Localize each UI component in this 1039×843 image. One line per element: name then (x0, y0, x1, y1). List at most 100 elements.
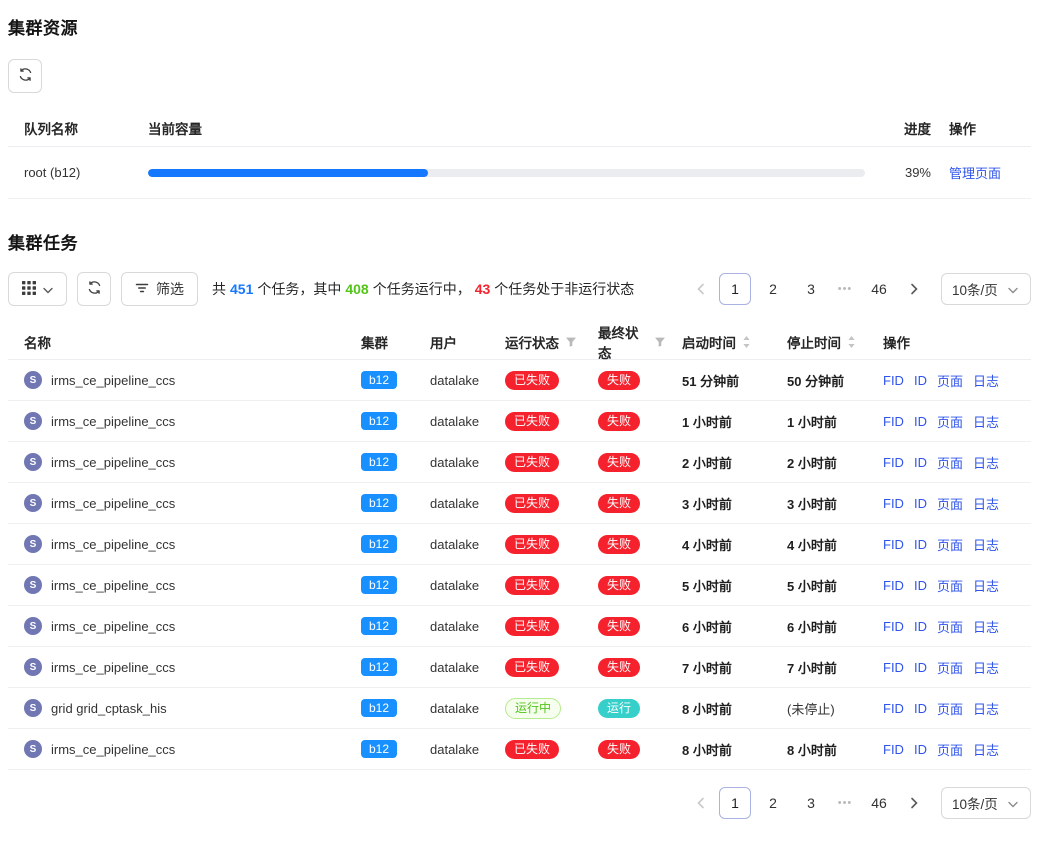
pagination-page-3[interactable]: 3 (795, 787, 827, 819)
cluster-badge: b12 (361, 412, 397, 430)
final-status-badge: 失败 (598, 453, 640, 472)
op-link-id[interactable]: ID (914, 701, 927, 716)
op-link-log[interactable]: 日志 (973, 740, 999, 759)
pagination-bottom: 1 2 3 ••• 46 10条/页 (687, 787, 1031, 819)
pagination-page-1[interactable]: 1 (719, 787, 751, 819)
page-size-select[interactable]: 10条/页 (941, 273, 1031, 305)
run-status-badge: 已失败 (505, 740, 559, 759)
op-link-log[interactable]: 日志 (973, 617, 999, 636)
op-link-fid[interactable]: FID (883, 537, 904, 552)
cluster-badge: b12 (361, 699, 397, 717)
resources-table-header: 队列名称 当前容量 进度 操作 (8, 109, 1031, 147)
final-status-badge: 失败 (598, 535, 640, 554)
tasks-table-body: S irms_ce_pipeline_ccs b12 datalake 已失败 … (8, 360, 1031, 770)
op-link-id[interactable]: ID (914, 496, 927, 511)
task-name-cell: S irms_ce_pipeline_ccs (8, 576, 345, 594)
op-link-log[interactable]: 日志 (973, 658, 999, 677)
op-link-page[interactable]: 页面 (937, 453, 963, 472)
filter-button[interactable]: 筛选 (121, 272, 198, 306)
op-link-log[interactable]: 日志 (973, 699, 999, 718)
op-link-id[interactable]: ID (914, 537, 927, 552)
task-name: irms_ce_pipeline_ccs (51, 660, 175, 675)
pagination-next[interactable] (901, 273, 927, 305)
op-link-page[interactable]: 页面 (937, 494, 963, 513)
stop-time: 50 分钟前 (771, 371, 867, 390)
spark-avatar-icon: S (24, 658, 42, 676)
op-link-fid[interactable]: FID (883, 373, 904, 388)
start-time: 7 小时前 (666, 658, 771, 677)
pagination-page-3[interactable]: 3 (795, 273, 827, 305)
page-size-select[interactable]: 10条/页 (941, 787, 1031, 819)
start-time-sorter-icon[interactable] (742, 335, 751, 349)
progress-percent: 39% (881, 165, 941, 180)
op-link-id[interactable]: ID (914, 619, 927, 634)
filter-lines-icon (135, 281, 149, 298)
op-link-fid[interactable]: FID (883, 496, 904, 511)
col-final-status: 最终状态 (582, 322, 666, 362)
task-user: datalake (414, 742, 489, 757)
stop-time: (未停止) (771, 699, 867, 718)
op-link-page[interactable]: 页面 (937, 371, 963, 390)
task-name: irms_ce_pipeline_ccs (51, 742, 175, 757)
op-link-fid[interactable]: FID (883, 660, 904, 675)
op-link-fid[interactable]: FID (883, 414, 904, 429)
pagination-prev[interactable] (687, 787, 713, 819)
op-link-log[interactable]: 日志 (973, 576, 999, 595)
pagination-ellipsis[interactable]: ••• (833, 797, 857, 809)
pagination-prev[interactable] (687, 273, 713, 305)
task-actions: FID ID 页面日志 (867, 412, 1031, 431)
stop-time: 1 小时前 (771, 412, 867, 431)
op-link-fid[interactable]: FID (883, 619, 904, 634)
op-link-log[interactable]: 日志 (973, 453, 999, 472)
op-link-page[interactable]: 页面 (937, 535, 963, 554)
column-settings-button[interactable] (8, 272, 67, 306)
task-name-cell: S irms_ce_pipeline_ccs (8, 617, 345, 635)
manage-page-link[interactable]: 管理页面 (949, 166, 1001, 181)
pagination-next[interactable] (901, 787, 927, 819)
pagination-ellipsis[interactable]: ••• (833, 283, 857, 295)
op-link-id[interactable]: ID (914, 455, 927, 470)
task-actions: FID ID 页面日志 (867, 535, 1031, 554)
pagination-page-last[interactable]: 46 (863, 787, 895, 819)
op-link-id[interactable]: ID (914, 742, 927, 757)
stop-time: 7 小时前 (771, 658, 867, 677)
col-actions: 操作 (867, 332, 1031, 352)
op-link-fid[interactable]: FID (883, 701, 904, 716)
bottom-pagination-wrap: 1 2 3 ••• 46 10条/页 (8, 787, 1031, 819)
pagination-page-2[interactable]: 2 (757, 787, 789, 819)
col-name: 名称 (8, 332, 345, 352)
op-link-id[interactable]: ID (914, 578, 927, 593)
run-status-badge: 已失败 (505, 494, 559, 513)
resources-refresh-button[interactable] (8, 59, 42, 93)
pagination-page-2[interactable]: 2 (757, 273, 789, 305)
task-name: irms_ce_pipeline_ccs (51, 455, 175, 470)
op-link-log[interactable]: 日志 (973, 535, 999, 554)
op-link-page[interactable]: 页面 (937, 658, 963, 677)
op-link-fid[interactable]: FID (883, 578, 904, 593)
resource-row: root (b12) 39% 管理页面 (8, 147, 1031, 199)
op-link-log[interactable]: 日志 (973, 494, 999, 513)
spark-avatar-icon: S (24, 617, 42, 635)
op-link-page[interactable]: 页面 (937, 617, 963, 636)
op-link-page[interactable]: 页面 (937, 740, 963, 759)
task-user: datalake (414, 455, 489, 470)
pagination-page-last[interactable]: 46 (863, 273, 895, 305)
run-status-filter-icon[interactable] (565, 336, 577, 348)
final-status-filter-icon[interactable] (654, 336, 666, 348)
op-link-page[interactable]: 页面 (937, 699, 963, 718)
op-link-fid[interactable]: FID (883, 742, 904, 757)
op-link-id[interactable]: ID (914, 660, 927, 675)
tasks-refresh-button[interactable] (77, 272, 111, 306)
op-link-log[interactable]: 日志 (973, 412, 999, 431)
op-link-id[interactable]: ID (914, 373, 927, 388)
op-link-id[interactable]: ID (914, 414, 927, 429)
op-link-log[interactable]: 日志 (973, 371, 999, 390)
op-link-page[interactable]: 页面 (937, 576, 963, 595)
op-link-page[interactable]: 页面 (937, 412, 963, 431)
pagination-page-1[interactable]: 1 (719, 273, 751, 305)
stop-time-sorter-icon[interactable] (847, 335, 856, 349)
run-status-badge: 已失败 (505, 576, 559, 595)
op-link-fid[interactable]: FID (883, 455, 904, 470)
task-name-cell: S irms_ce_pipeline_ccs (8, 658, 345, 676)
task-actions: FID ID 页面日志 (867, 576, 1031, 595)
